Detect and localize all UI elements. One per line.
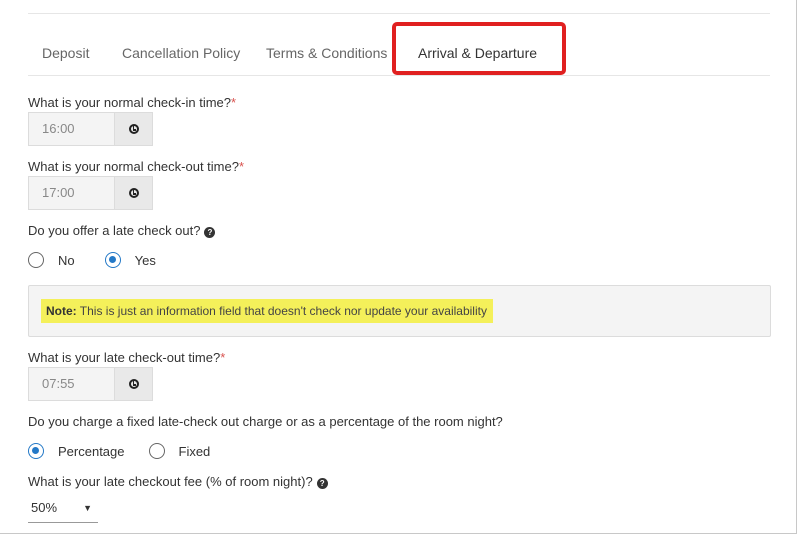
question-circle-icon[interactable]: ? [316,478,328,489]
late-checkout-label: Do you offer a late check out? [28,223,201,238]
charge-fixed-radio[interactable] [148,443,165,459]
checkin-label: What is your normal check-in time? [28,95,232,110]
late-time-group: 07:55 [28,367,153,401]
checkout-question: What is your normal check-out time?* [28,159,244,174]
caret-down-icon: ▼ [83,503,92,513]
late-checkout-no-radio[interactable] [28,252,44,268]
info-note-box: Note: This is just an information field … [28,285,771,337]
top-divider [28,13,770,14]
tab-terms-conditions[interactable]: Terms & Conditions [266,30,387,76]
checkout-time-group: 17:00 [28,176,153,210]
checkout-time-input[interactable]: 17:00 [28,176,114,210]
checkout-time-picker-button[interactable] [114,176,153,210]
note-text: This is just an information field that d… [76,304,487,318]
fee-label: What is your late checkout fee (% of roo… [28,474,313,489]
checkin-time-picker-button[interactable] [114,112,153,146]
required-marker: * [220,350,226,365]
late-checkout-yes-radio[interactable] [104,252,121,268]
late-time-label: What is your late check-out time? [28,350,221,365]
checkout-label: What is your normal check-out time? [28,159,239,174]
late-time-question: What is your late check-out time?* [28,350,225,365]
checkin-time-group: 16:00 [28,112,153,146]
clock-icon [128,188,139,198]
fee-select[interactable]: 50% ▼ [28,497,98,523]
tab-cancellation-policy[interactable]: Cancellation Policy [122,30,240,76]
charge-type-radio-group: Percentage Fixed [28,441,210,461]
charge-type-question: Do you charge a fixed late-check out cha… [28,414,503,429]
late-time-input[interactable]: 07:55 [28,367,114,401]
late-checkout-no-label[interactable]: No [58,253,75,268]
clock-icon [128,379,139,389]
tab-highlight-annotation [392,22,566,75]
clock-icon [128,124,139,134]
late-time-picker-button[interactable] [114,367,153,401]
fee-question: What is your late checkout fee (% of roo… [28,474,328,489]
question-circle-icon[interactable]: ? [204,227,216,238]
required-marker: * [238,159,245,174]
charge-percentage-radio[interactable] [28,443,44,459]
charge-fixed-label[interactable]: Fixed [179,444,211,459]
late-checkout-radio-group: No Yes [28,250,156,270]
late-checkout-question: Do you offer a late check out?? [28,223,216,238]
charge-percentage-label[interactable]: Percentage [58,444,125,459]
fee-select-value: 50% [31,500,58,515]
tab-deposit[interactable]: Deposit [42,30,89,76]
required-marker: * [231,95,237,110]
note-prefix: Note: [46,304,77,318]
note-highlight: Note: This is just an information field … [41,299,493,323]
checkin-question: What is your normal check-in time?* [28,95,236,110]
checkin-time-input[interactable]: 16:00 [28,112,114,146]
late-checkout-yes-label[interactable]: Yes [135,253,156,268]
